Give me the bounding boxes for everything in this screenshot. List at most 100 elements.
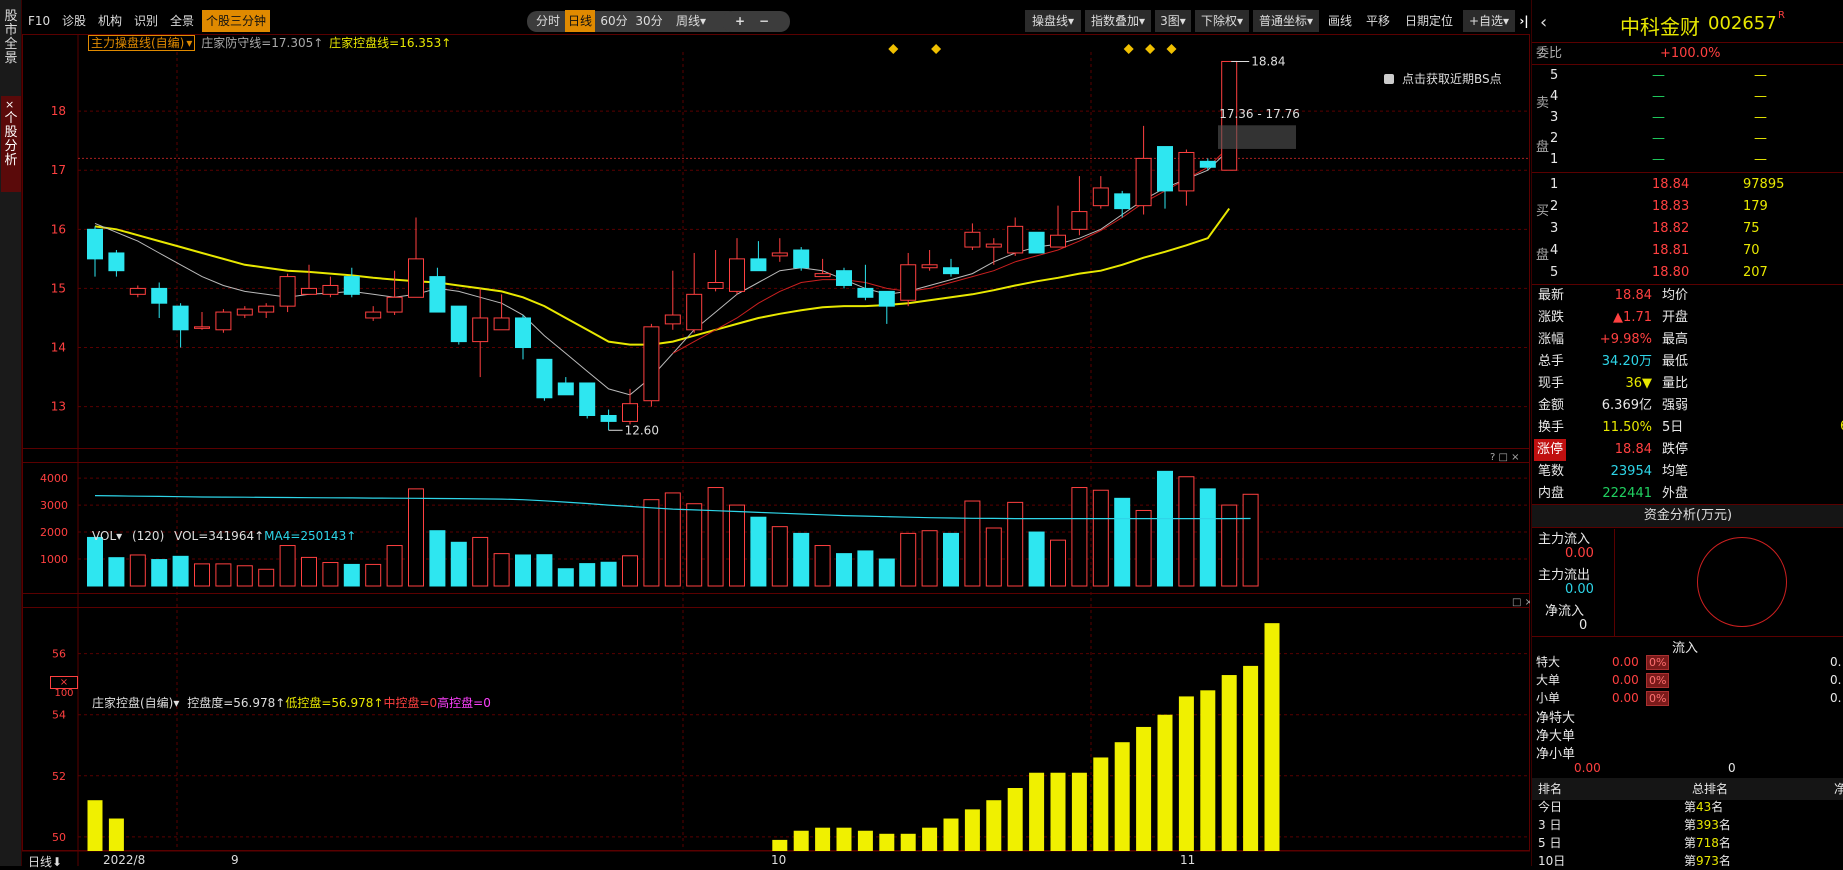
fund-analysis-title[interactable]: 资金分析(万元) bbox=[1532, 505, 1843, 527]
order-book-row[interactable]: 4 — — bbox=[1532, 86, 1843, 108]
collapse-panel-icon[interactable]: ›| bbox=[1517, 10, 1531, 32]
indicator-selector[interactable]: 主力操盘线(自编) ▾ bbox=[88, 35, 196, 51]
volume-bar bbox=[1092, 489, 1109, 587]
control-selector[interactable]: 庄家控盘(自编)▾ bbox=[92, 696, 179, 710]
ask-price: — bbox=[1652, 131, 1665, 146]
stat-label-right: 均价 bbox=[1662, 288, 1689, 303]
control-bar bbox=[857, 830, 873, 851]
tab-daily[interactable]: 日线 bbox=[565, 10, 595, 32]
exright-dropdown[interactable]: 下除权▾ bbox=[1195, 10, 1249, 32]
zoom-out-button[interactable]: − bbox=[754, 10, 774, 32]
stat-label: 最新 bbox=[1538, 288, 1565, 303]
divider bbox=[1532, 172, 1843, 173]
vol-selector[interactable]: VOL▾ bbox=[92, 529, 122, 543]
ask-price: — bbox=[1652, 110, 1665, 125]
axis-mode-dropdown[interactable]: 普通坐标▾ bbox=[1253, 10, 1319, 32]
rank-period: 3 日 bbox=[1538, 818, 1562, 832]
order-book-row[interactable]: 2 18.83 179 bbox=[1532, 196, 1843, 218]
weibi-label: 委比 bbox=[1536, 46, 1563, 61]
close-icon[interactable]: × bbox=[5, 98, 14, 112]
order-book-row[interactable]: 1 18.84 97895 bbox=[1532, 174, 1843, 196]
bid-volume: 75 bbox=[1743, 221, 1760, 236]
x-tick-label: 2022/8 bbox=[103, 853, 146, 867]
level-number: 4 bbox=[1550, 243, 1559, 258]
candle bbox=[964, 223, 981, 250]
add-watchlist-dropdown[interactable]: +自选▾ bbox=[1463, 10, 1515, 32]
institution-button[interactable]: 机构 bbox=[96, 10, 124, 32]
volume-bar bbox=[343, 563, 360, 587]
tab-30min[interactable]: 30分 bbox=[632, 10, 666, 32]
control-bar bbox=[1050, 772, 1066, 851]
candle bbox=[900, 252, 917, 307]
low-control: 低控盘=56.978↑ bbox=[285, 696, 384, 710]
candle-body bbox=[686, 293, 703, 331]
order-book-row[interactable]: 3 — — bbox=[1532, 107, 1843, 129]
order-book-row[interactable]: 3 18.82 75 bbox=[1532, 218, 1843, 240]
index-overlay-dropdown[interactable]: 指数叠加▾ bbox=[1085, 10, 1151, 32]
control-bar bbox=[1200, 690, 1216, 851]
stock-3min-button[interactable]: 个股三分钟 bbox=[202, 10, 270, 32]
bid-price: 18.80 bbox=[1652, 265, 1690, 280]
pan-button[interactable]: 平移 bbox=[1361, 10, 1395, 32]
panorama-button[interactable]: 全景 bbox=[168, 10, 196, 32]
volume-bar bbox=[301, 556, 317, 587]
tab-60min[interactable]: 60分 bbox=[597, 10, 631, 32]
f10-button[interactable]: F10 bbox=[28, 10, 50, 32]
stat-label-right: 跌停 bbox=[1662, 442, 1689, 457]
draw-line-button[interactable]: 画线 bbox=[1323, 10, 1357, 32]
bs-point-hint[interactable]: 点击获取近期BS点 bbox=[1384, 70, 1502, 87]
order-book-row[interactable]: 1 — — bbox=[1532, 149, 1843, 171]
tab-weekly[interactable]: 周线▾ bbox=[668, 10, 714, 32]
stat-label: 内盘 bbox=[1538, 486, 1565, 501]
vol-unit-badge: × 100 bbox=[50, 676, 78, 699]
tab-intraday[interactable]: 分时 bbox=[532, 10, 564, 32]
candle-body bbox=[557, 382, 574, 396]
volume-bar bbox=[1199, 488, 1216, 587]
rank-row: 3 日 第393名 bbox=[1532, 816, 1843, 834]
price-panel-frame bbox=[22, 34, 1530, 449]
vol-ma-value: MA4=250143↑ bbox=[264, 529, 357, 543]
order-book-row[interactable]: 5 18.80 207 bbox=[1532, 262, 1843, 284]
stat-value: +9.98% bbox=[1599, 332, 1652, 347]
candle bbox=[921, 250, 938, 271]
diagnose-button[interactable]: 诊股 bbox=[60, 10, 88, 32]
ask-price: — bbox=[1652, 89, 1665, 104]
identify-button[interactable]: 识别 bbox=[132, 10, 160, 32]
candle bbox=[814, 258, 831, 278]
order-book-row[interactable]: 2 — — bbox=[1532, 128, 1843, 150]
candle-body bbox=[472, 317, 489, 343]
candle bbox=[1199, 158, 1216, 171]
operate-line-dropdown[interactable]: 操盘线▾ bbox=[1025, 10, 1081, 32]
back-icon[interactable]: ‹ bbox=[1540, 12, 1547, 33]
stat-value: 18.84 bbox=[1614, 442, 1652, 457]
bs-point-icon bbox=[931, 44, 942, 54]
volume-bar bbox=[793, 532, 810, 587]
control-bar bbox=[1264, 623, 1280, 851]
period-axis-label[interactable]: 日线⬇ bbox=[28, 853, 62, 870]
order-size-label: 大单 bbox=[1536, 673, 1561, 687]
candle-body bbox=[408, 258, 424, 298]
nav-market-overview[interactable]: 股市全景 bbox=[1, 10, 21, 74]
candle-body bbox=[129, 287, 146, 295]
rank-row: 今日 第43名 bbox=[1532, 798, 1843, 816]
volume-bar bbox=[129, 554, 146, 587]
order-size-value: 0.00 bbox=[1612, 655, 1639, 669]
margin-flag: R bbox=[1778, 10, 1785, 21]
candle bbox=[750, 241, 767, 272]
layout-3-dropdown[interactable]: 3图▾ bbox=[1155, 10, 1191, 32]
order-book-row[interactable]: 5 — — bbox=[1532, 65, 1843, 87]
nav-stock-analysis[interactable]: × 个股分析 bbox=[1, 96, 21, 192]
rank-total-label: 总排名 bbox=[1692, 782, 1729, 796]
vol-param: (120) bbox=[131, 529, 165, 543]
candle-body bbox=[600, 414, 617, 422]
level-number: 5 bbox=[1550, 68, 1559, 83]
ctrl-panel-controls: □ × bbox=[1512, 597, 1530, 608]
candle bbox=[793, 247, 810, 271]
order-book-row[interactable]: 4 18.81 70 bbox=[1532, 240, 1843, 262]
rank-row: 5 日 第718名 bbox=[1532, 834, 1843, 852]
candle bbox=[450, 305, 467, 345]
zoom-in-button[interactable]: + bbox=[730, 10, 750, 32]
stat-label: 换手 bbox=[1538, 420, 1565, 435]
ask-price: — bbox=[1652, 152, 1665, 167]
date-locate-button[interactable]: 日期定位 bbox=[1399, 10, 1459, 32]
